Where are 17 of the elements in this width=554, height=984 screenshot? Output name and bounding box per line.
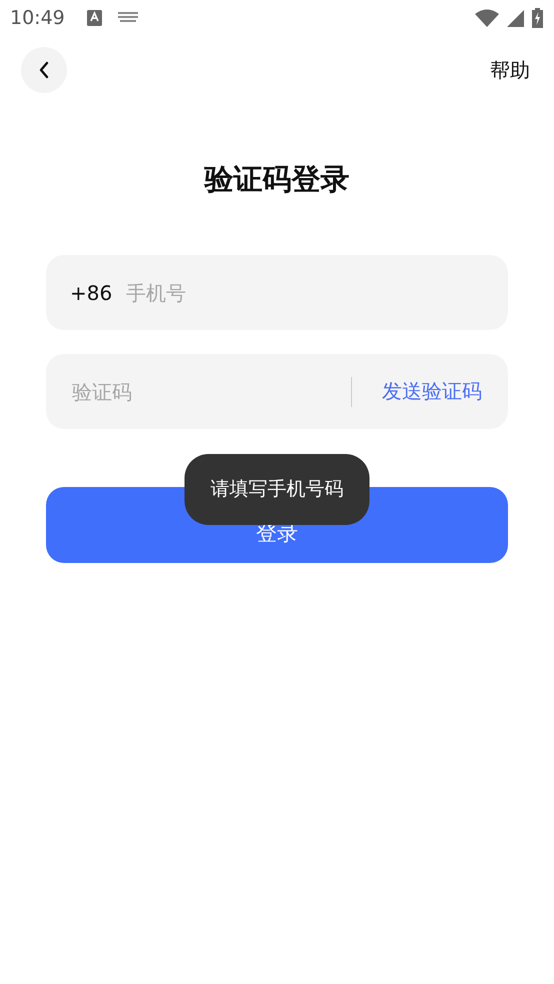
send-code-link[interactable]: 发送验证码 bbox=[382, 378, 482, 405]
wifi-icon bbox=[475, 9, 499, 27]
code-input[interactable]: 验证码 bbox=[72, 380, 351, 404]
battery-icon bbox=[532, 8, 543, 28]
code-field[interactable]: 验证码 发送验证码 bbox=[46, 354, 508, 429]
keyboard-icon bbox=[118, 12, 138, 24]
status-time: 10:49 bbox=[10, 7, 65, 29]
back-button[interactable] bbox=[21, 47, 67, 93]
error-toast: 请填写手机号码 bbox=[184, 454, 370, 525]
page-title: 验证码登录 bbox=[202, 161, 350, 198]
phone-input[interactable]: 手机号 bbox=[126, 280, 482, 304]
country-code: +86 bbox=[70, 280, 112, 304]
text-input-icon bbox=[86, 10, 102, 26]
signal-icon bbox=[507, 10, 524, 26]
back-icon bbox=[38, 61, 50, 79]
help-link[interactable]: 帮助 bbox=[490, 56, 530, 84]
phone-field[interactable]: +86 手机号 bbox=[46, 255, 508, 330]
